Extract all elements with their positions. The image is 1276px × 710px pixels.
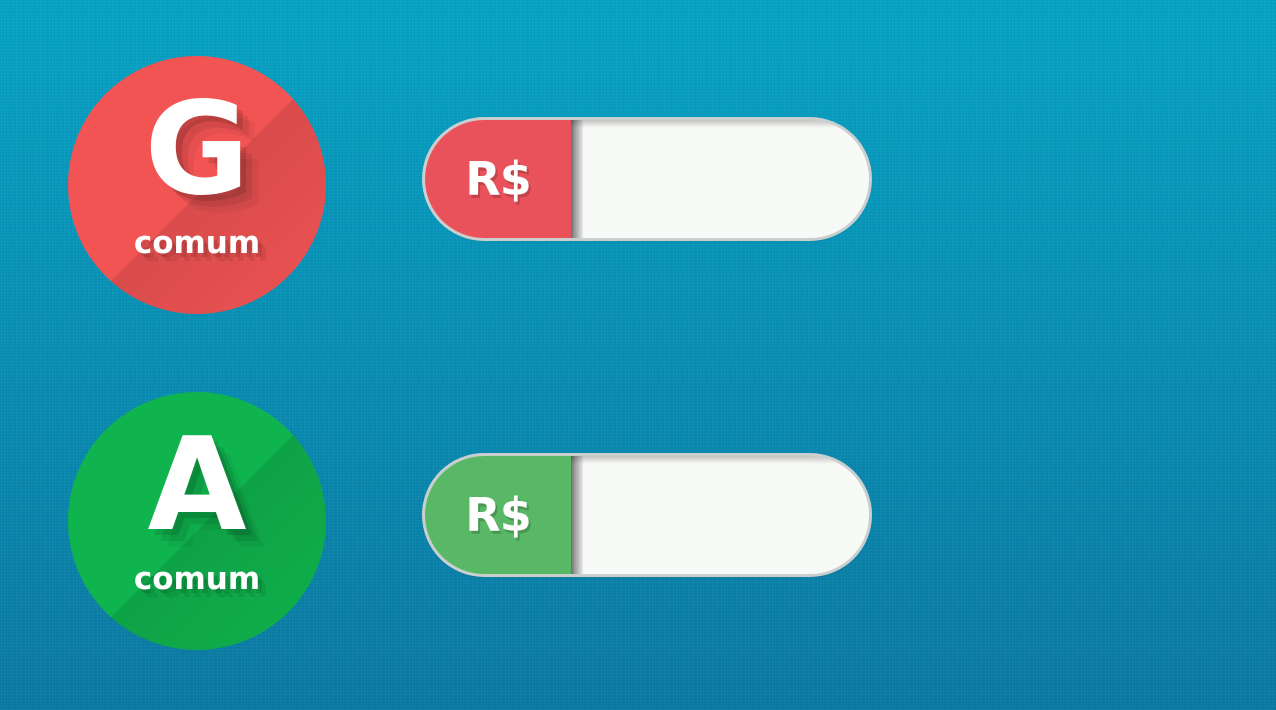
gasoline-label: comum [133, 225, 261, 261]
field-inner-shadow [571, 120, 869, 128]
currency-label: R$ [425, 120, 571, 238]
field-divider [571, 456, 583, 574]
alcohol-price-field[interactable]: R$ [425, 456, 869, 574]
alcohol-row: A comum R$ [0, 390, 1276, 650]
gasoline-letter: G [144, 75, 250, 224]
field-divider [571, 120, 583, 238]
alcohol-label: comum [133, 561, 261, 597]
alcohol-badge: A comum [68, 392, 326, 650]
currency-label: R$ [425, 456, 571, 574]
field-inner-shadow [571, 456, 869, 464]
alcohol-price-input[interactable] [585, 464, 839, 568]
gasoline-badge: G comum [68, 56, 326, 314]
gasoline-price-field[interactable]: R$ [425, 120, 869, 238]
gasoline-row: G comum R$ [0, 54, 1276, 314]
alcohol-letter: A [147, 411, 247, 560]
gasoline-price-input[interactable] [585, 128, 839, 232]
